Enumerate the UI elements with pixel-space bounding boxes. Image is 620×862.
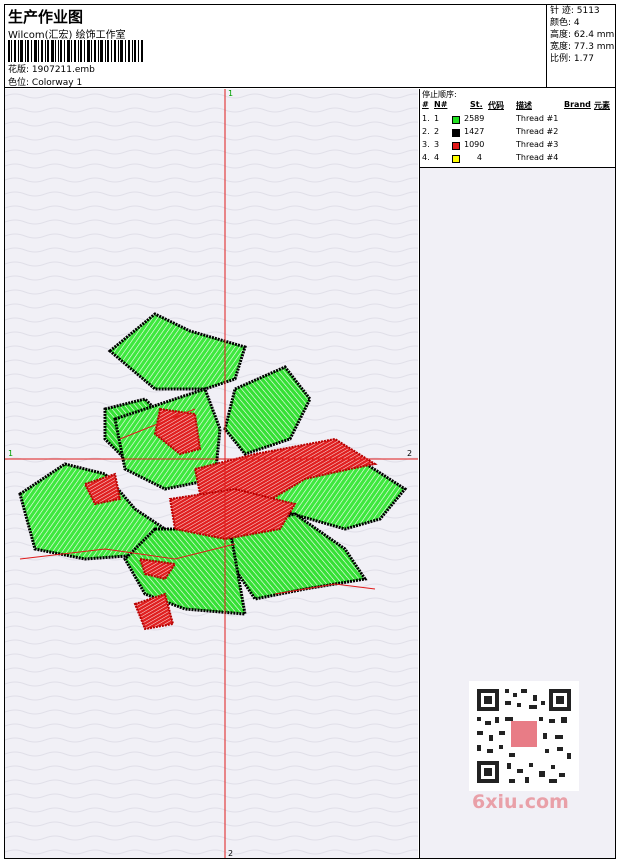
colorway-info: 色位: Colorway 1: [8, 78, 83, 88]
header: 生产作业图 Wilcom(汇宏) 绘饰工作室 花版: 1907211.emb 色…: [4, 4, 616, 88]
thread-row: 4. 4 4 Thread #4: [422, 153, 612, 165]
stop-sequence-title: 停止顺序:: [422, 90, 457, 99]
thread-color-swatch: [452, 129, 460, 137]
stitch-count: 针 迹: 5113: [550, 6, 600, 16]
thread-needle-number: 4: [434, 153, 440, 162]
company-name: Wilcom(汇宏) 绘饰工作室: [8, 30, 126, 41]
thread-color-swatch: [452, 142, 460, 150]
thread-description: Thread #4: [516, 153, 559, 162]
thread-table-header: # N# St. 代码 描述 Brand 元素: [422, 100, 610, 110]
file-info: 花版: 1907211.emb: [8, 65, 95, 75]
thread-description: Thread #3: [516, 140, 559, 149]
barcode: [8, 40, 143, 62]
thread-color-swatch: [452, 116, 460, 124]
thread-description: Thread #1: [516, 114, 559, 123]
qr-center-seal-icon: [511, 721, 537, 747]
v-axis-top-label: 1: [228, 89, 233, 98]
thread-row-number: 2.: [422, 127, 430, 136]
colorway-name: Colorway 1: [31, 78, 83, 88]
design-stats: 针 迹: 5113 颜色: 4 高度: 62.4 mm 宽度: 77.3 mm …: [546, 4, 616, 88]
design-height: 高度: 62.4 mm: [550, 30, 615, 40]
thread-stitch-count: 1090: [464, 140, 485, 149]
thread-stop-table: 停止顺序: # N# St. 代码 描述 Brand 元素 1. 1 2589 Thr…: [420, 89, 615, 168]
thread-color-swatch: [452, 155, 460, 163]
thread-row-number: 1.: [422, 114, 430, 123]
qr-code-watermark: [469, 681, 579, 791]
thread-row: 3. 3 1090 Thread #3: [422, 140, 612, 152]
h-axis-right-label: 2: [407, 449, 412, 458]
h-axis-left-label: 1: [8, 449, 13, 458]
thread-needle-number: 1: [434, 114, 440, 123]
design-width: 宽度: 77.3 mm: [550, 42, 615, 52]
file-name: 1907211.emb: [31, 65, 95, 75]
watermark-text: 6xiu.com: [472, 791, 569, 813]
thread-needle-number: 3: [434, 140, 440, 149]
design-canvas: 1 2 1 2: [5, 89, 418, 858]
thread-row: 1. 1 2589 Thread #1: [422, 114, 612, 126]
design-scale: 比例: 1.77: [550, 54, 594, 64]
thread-description: Thread #2: [516, 127, 559, 136]
v-axis-bottom-label: 2: [228, 849, 233, 858]
embroidery-design: 1 2 1 2: [5, 89, 418, 858]
page-title: 生产作业图: [8, 8, 84, 26]
thread-stitch-count: 1427: [464, 127, 485, 136]
thread-stitch-count: 4: [476, 153, 482, 162]
thread-row-number: 4.: [422, 153, 430, 162]
thread-row-number: 3.: [422, 140, 430, 149]
thread-stitch-count: 2589: [464, 114, 485, 123]
thread-needle-number: 2: [434, 127, 440, 136]
thread-row: 2. 2 1427 Thread #2: [422, 127, 612, 139]
color-count: 颜色: 4: [550, 18, 580, 28]
